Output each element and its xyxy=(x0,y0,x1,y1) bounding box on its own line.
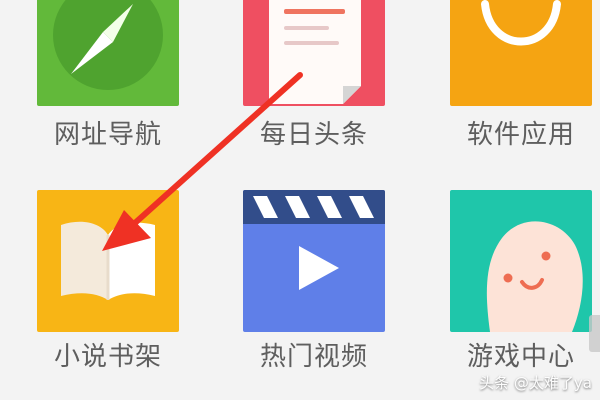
newspaper-icon xyxy=(269,0,361,104)
trending-videos-tile[interactable] xyxy=(243,190,385,332)
app-grid-screen: 网址导航 每日头条 软件应用 小说书架 热门视频 游戏中心 头条 @太难了ya xyxy=(0,0,600,400)
watermark-text: 头条 @太难了ya xyxy=(479,374,592,392)
web-navigation-label: 网址导航 xyxy=(53,120,162,150)
book-icon xyxy=(61,221,155,300)
daily-headlines-tile[interactable] xyxy=(243,0,385,106)
trending-videos-label: 热门视频 xyxy=(259,342,368,372)
software-apps-tile[interactable] xyxy=(450,0,592,106)
shopping-bag-icon xyxy=(481,0,561,46)
smiley-character-icon xyxy=(486,221,583,332)
software-apps-label: 软件应用 xyxy=(466,120,575,150)
clapperboard-icon xyxy=(243,190,385,290)
game-center-label: 游戏中心 xyxy=(466,342,575,372)
game-center-tile[interactable] xyxy=(450,190,592,332)
right-edge-handle[interactable] xyxy=(589,315,600,352)
novel-bookshelf-tile[interactable] xyxy=(37,190,179,332)
daily-headlines-label: 每日头条 xyxy=(259,120,368,150)
novel-bookshelf-label: 小说书架 xyxy=(53,342,162,372)
compass-icon xyxy=(53,0,163,90)
web-navigation-tile[interactable] xyxy=(37,0,179,106)
